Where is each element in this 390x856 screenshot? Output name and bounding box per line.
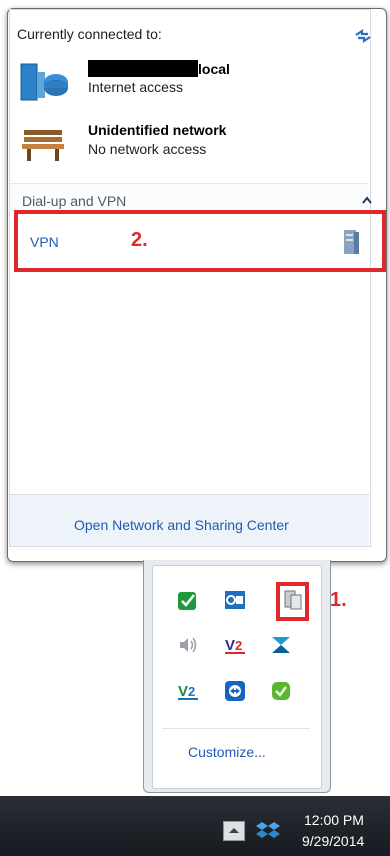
network-icon-highlight xyxy=(276,582,309,621)
svg-text:2: 2 xyxy=(235,638,242,653)
teamviewer-icon[interactable] xyxy=(224,680,246,702)
connected-header: Currently connected to: xyxy=(17,26,162,42)
step-1-label: 1. xyxy=(330,589,347,611)
v2-icon[interactable]: V 2 xyxy=(224,634,246,656)
network-name-suffix: local xyxy=(198,61,230,77)
chevron-up-icon xyxy=(229,828,239,833)
redacted-block xyxy=(88,60,198,77)
sync-check-icon[interactable] xyxy=(177,589,199,611)
clock-time[interactable]: 12:00 PM xyxy=(304,812,364,828)
step-2-label: 2. xyxy=(131,229,148,251)
customize-link[interactable]: Customize... xyxy=(188,744,266,760)
section-label-dialup: Dial-up and VPN xyxy=(22,193,127,209)
network-status-unidentified: No network access xyxy=(88,141,207,157)
svg-text:V: V xyxy=(178,683,188,700)
refresh-icon[interactable] xyxy=(352,26,374,46)
clock-date[interactable]: 9/29/2014 xyxy=(302,833,364,849)
v2-icon-alt[interactable]: V 2 xyxy=(177,680,199,702)
green-app-icon[interactable] xyxy=(270,680,292,702)
network-item-domain[interactable]: local Internet access xyxy=(18,58,358,104)
arrow-app-icon[interactable] xyxy=(270,634,292,656)
network-status-domain: Internet access xyxy=(88,79,183,95)
show-hidden-icons-button[interactable] xyxy=(223,821,245,841)
park-bench-network-icon xyxy=(22,130,64,161)
tray-divider xyxy=(162,728,310,729)
network-item-unidentified[interactable]: Unidentified network No network access xyxy=(18,120,358,166)
network-name-domain: local xyxy=(88,60,230,77)
svg-text:2: 2 xyxy=(188,684,195,699)
vpn-highlight-box xyxy=(14,210,386,272)
dropbox-icon[interactable] xyxy=(255,820,281,842)
svg-text:V: V xyxy=(225,637,235,654)
network-name-unidentified: Unidentified network xyxy=(88,122,227,138)
open-network-sharing-link[interactable]: Open Network and Sharing Center xyxy=(74,517,289,533)
chevron-up-icon[interactable] xyxy=(362,196,372,204)
speaker-icon[interactable] xyxy=(177,634,199,656)
domain-network-icon xyxy=(20,63,68,101)
outlook-icon[interactable] xyxy=(224,589,246,611)
